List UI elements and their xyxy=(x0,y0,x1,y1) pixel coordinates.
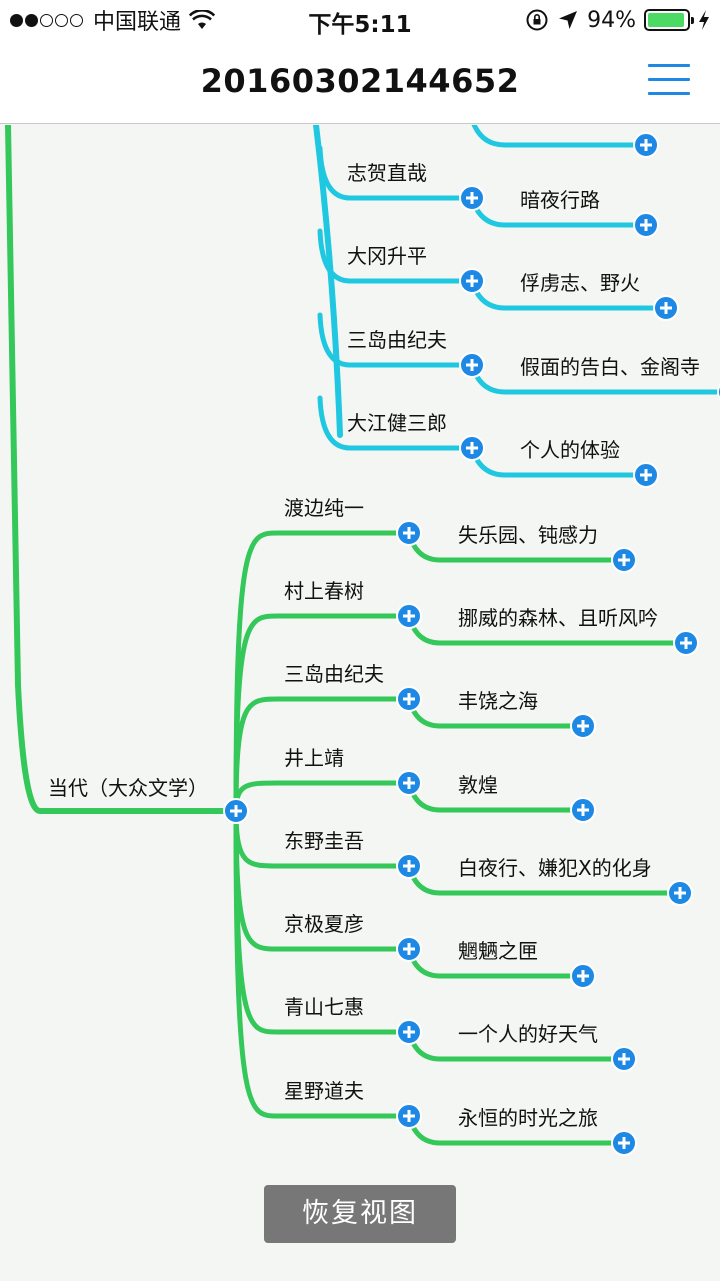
expand-node-button[interactable] xyxy=(633,212,659,238)
green-author-line xyxy=(233,780,412,814)
author-node-label: 大冈升平 xyxy=(347,244,427,268)
mindmap-canvas[interactable]: 志贺直哉 暗夜行路 大冈升平 俘虏志、野火 三岛由纪夫 假面的告白、金阁寺 大江健三郎 个人的… xyxy=(0,125,720,1281)
work-node-label: 敦煌 xyxy=(458,773,498,797)
expand-node-button[interactable] xyxy=(223,798,249,824)
location-arrow-icon xyxy=(559,11,578,29)
rotation-lock-icon xyxy=(526,9,548,31)
signal-dot xyxy=(10,13,23,27)
expand-node-button[interactable] xyxy=(459,435,485,461)
signal-dot xyxy=(70,13,83,27)
battery-icon xyxy=(644,9,694,31)
work-node-label: 魍魉之匣 xyxy=(458,939,538,963)
signal-strength-icon xyxy=(10,8,85,33)
author-node-label: 井上靖 xyxy=(284,746,344,770)
author-node-label: 京极夏彦 xyxy=(284,912,364,936)
expand-node-button[interactable] xyxy=(611,1130,637,1156)
status-left: 中国联通 xyxy=(10,5,216,35)
expand-node-button[interactable] xyxy=(611,1046,637,1072)
category-node-label: 当代（大众文学） xyxy=(48,776,208,800)
charging-bolt-icon xyxy=(699,10,709,30)
expand-node-button[interactable] xyxy=(396,770,422,796)
work-node-label: 个人的体验 xyxy=(520,438,620,462)
work-node-label: 失乐园、钝感力 xyxy=(458,523,598,547)
expand-node-button[interactable] xyxy=(396,1103,422,1129)
author-node-label: 东野圭吾 xyxy=(284,829,364,853)
expand-node-button[interactable] xyxy=(633,462,659,488)
work-node-label: 俘虏志、野火 xyxy=(520,271,640,295)
work-node-label: 丰饶之海 xyxy=(458,689,538,713)
status-right: 94% xyxy=(517,5,710,35)
hamburger-menu-icon[interactable] xyxy=(648,64,690,98)
expand-node-button[interactable] xyxy=(396,853,422,879)
expand-node-button[interactable] xyxy=(459,185,485,211)
restore-view-button[interactable]: 恢复视图 xyxy=(264,1185,456,1243)
author-node-label: 青山七惠 xyxy=(284,995,364,1019)
expand-node-button[interactable] xyxy=(459,268,485,294)
author-node-label: 渡边纯一 xyxy=(284,496,364,520)
author-node-label: 三岛由纪夫 xyxy=(284,662,384,686)
work-node-label: 永恒的时光之旅 xyxy=(458,1106,598,1130)
green-author-line xyxy=(233,808,412,1119)
expand-node-button[interactable] xyxy=(570,797,596,823)
mindmap[interactable]: 志贺直哉暗夜行路大冈升平俘虏志、野火三岛由纪夫假面的告白、金阁寺大江健三郎个人的… xyxy=(0,125,720,1281)
work-node-label: 一个人的好天气 xyxy=(458,1022,598,1046)
author-node-label: 三岛由纪夫 xyxy=(347,328,447,352)
expand-node-button[interactable] xyxy=(633,132,659,158)
battery-fill xyxy=(648,13,684,27)
cyan-work-line xyxy=(471,125,649,148)
work-node-label: 挪威的森林、且听风吟 xyxy=(458,606,658,630)
signal-dot xyxy=(55,13,68,27)
author-node-label: 大江健三郎 xyxy=(347,411,447,435)
expand-node-button[interactable] xyxy=(396,520,422,546)
navigation-bar: 20160302144652 xyxy=(0,40,720,124)
work-node-label: 暗夜行路 xyxy=(520,188,600,212)
page-title: 20160302144652 xyxy=(200,62,520,100)
expand-node-button[interactable] xyxy=(667,880,693,906)
expand-node-button[interactable] xyxy=(570,713,596,739)
expand-node-button[interactable] xyxy=(396,936,422,962)
signal-dot xyxy=(25,13,38,27)
wifi-icon xyxy=(189,10,216,29)
status-bar: 中国联通 下午5:11 94% xyxy=(0,0,720,40)
signal-dot xyxy=(40,13,53,27)
expand-node-button[interactable] xyxy=(396,686,422,712)
expand-node-button[interactable] xyxy=(611,547,637,573)
expand-node-button[interactable] xyxy=(570,963,596,989)
author-node-label: 村上春树 xyxy=(284,579,364,603)
author-node-label: 志贺直哉 xyxy=(347,161,427,185)
author-node-label: 星野道夫 xyxy=(284,1079,364,1103)
work-node-label: 假面的告白、金阁寺 xyxy=(520,355,700,379)
expand-node-button[interactable] xyxy=(396,1019,422,1045)
expand-node-button[interactable] xyxy=(673,630,699,656)
battery-percent: 94% xyxy=(587,7,636,33)
root-trunk-line xyxy=(5,125,239,814)
work-node-label: 白夜行、嫌犯X的化身 xyxy=(458,856,652,880)
expand-node-button[interactable] xyxy=(653,295,679,321)
expand-node-button[interactable] xyxy=(459,352,485,378)
expand-node-button[interactable] xyxy=(396,603,422,629)
carrier-name: 中国联通 xyxy=(93,10,182,35)
